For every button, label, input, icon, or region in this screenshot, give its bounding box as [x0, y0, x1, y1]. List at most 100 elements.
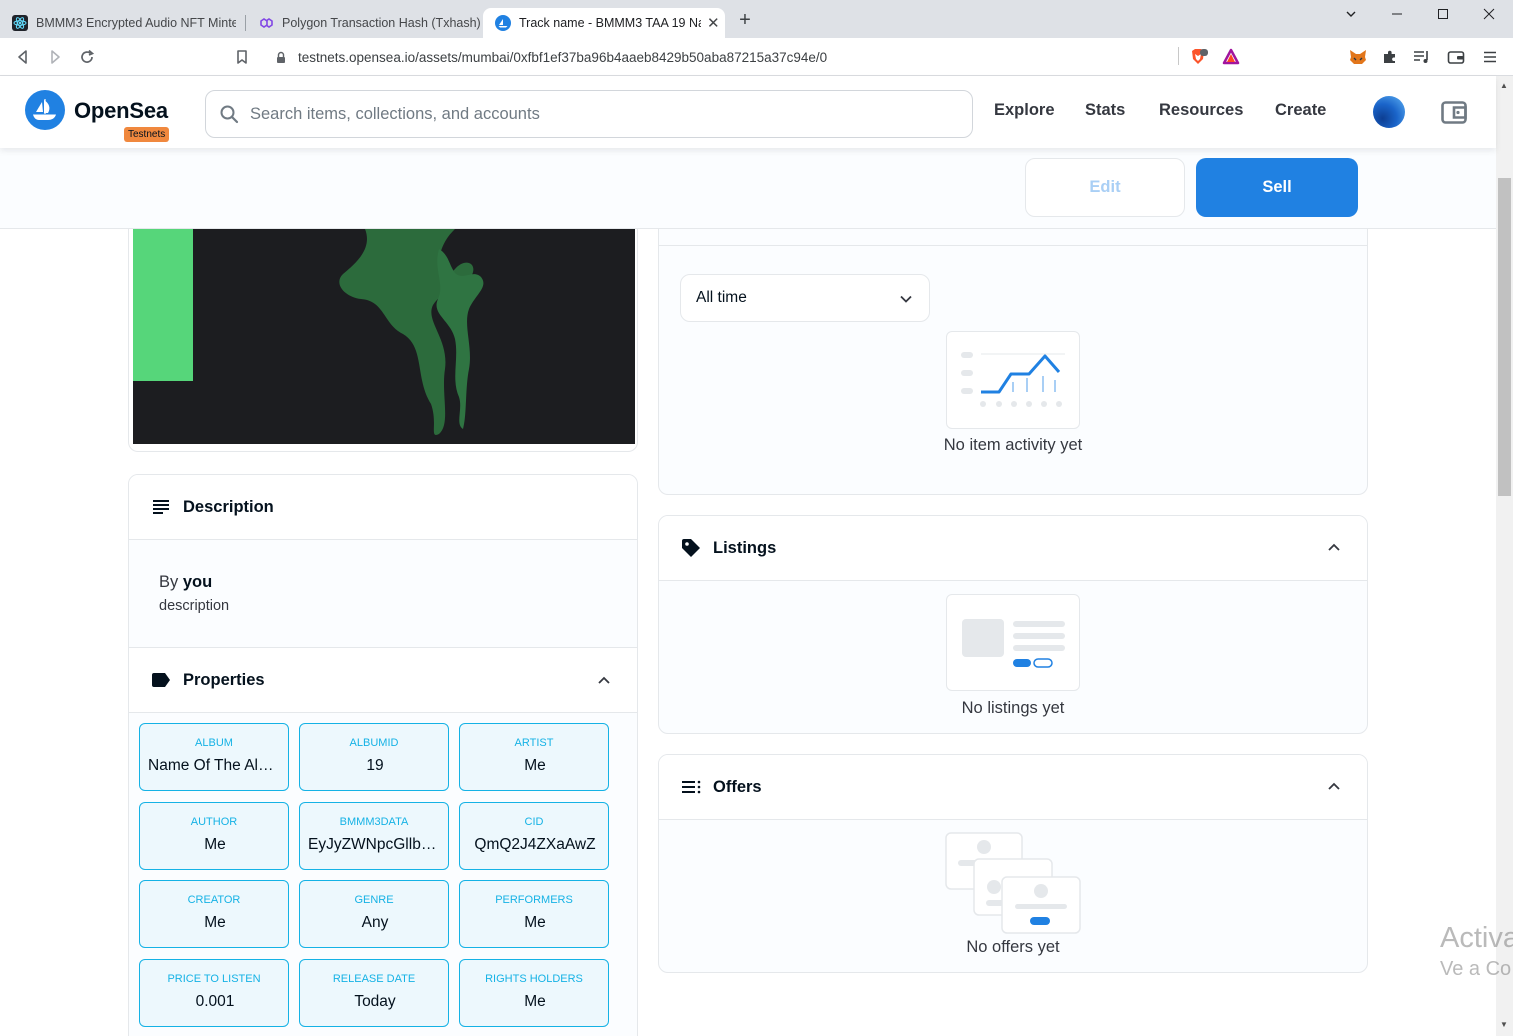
no-listings-text: No listings yet	[961, 699, 1065, 717]
asset-image[interactable]	[133, 229, 635, 444]
nav-create[interactable]: Create	[1275, 101, 1326, 120]
price-tag-icon	[681, 538, 701, 558]
opensea-favicon-icon	[495, 15, 511, 31]
tab-title: Track name - BMMM3 TAA 19 Name Of The Al…	[519, 16, 701, 30]
property-type: ALBUM	[195, 737, 233, 749]
tab-search-chevron-icon[interactable]	[1328, 4, 1374, 28]
nav-stats[interactable]: Stats	[1085, 101, 1125, 120]
chevron-up-icon[interactable]	[1327, 540, 1343, 556]
reload-icon[interactable]	[75, 45, 99, 69]
description-title: Description	[183, 497, 274, 516]
browser-tab-opensea-active[interactable]: Track name - BMMM3 TAA 19 Name Of The Al…	[483, 8, 725, 38]
browser-tab-minter[interactable]: BMMM3 Encrypted Audio NFT Minter	[0, 8, 244, 38]
page-scrollbar[interactable]: ▲ ▼	[1496, 76, 1513, 1036]
logo-text[interactable]: OpenSea	[74, 98, 168, 124]
asset-page: Description By you description Propertie…	[0, 209, 1496, 1036]
edit-button[interactable]: Edit	[1025, 158, 1185, 217]
scroll-up-icon[interactable]: ▲	[1500, 81, 1508, 90]
creator-link[interactable]: you	[183, 573, 212, 591]
nav-resources[interactable]: Resources	[1159, 101, 1243, 120]
tab-title: Polygon Transaction Hash (Txhash) Detail…	[282, 16, 482, 30]
sell-button[interactable]: Sell	[1196, 158, 1358, 217]
offers-header[interactable]: Offers	[659, 755, 1367, 820]
property-value: Me	[524, 993, 546, 1010]
property-value: 19	[366, 757, 384, 774]
watermark-line-2: Ve a Co	[1440, 958, 1512, 980]
back-icon[interactable]	[11, 45, 35, 69]
property-cid[interactable]: CID QmQ2J4ZXaAwZ	[459, 802, 609, 870]
brave-rewards-icon[interactable]	[1219, 45, 1243, 69]
time-filter-value: All time	[696, 289, 747, 306]
scrollbar-thumb[interactable]	[1498, 178, 1511, 496]
testnets-badge: Testnets	[124, 127, 170, 142]
wallet-icon[interactable]	[1440, 98, 1468, 126]
browser-menu-icon[interactable]	[1478, 45, 1502, 69]
property-type: ARTIST	[514, 737, 554, 749]
metamask-icon[interactable]	[1346, 45, 1370, 69]
toolbar-separator	[1178, 47, 1179, 65]
property-rights-holders[interactable]: RIGHTS HOLDERS Me	[459, 959, 609, 1027]
property-artist[interactable]: ARTIST Me	[459, 723, 609, 791]
chevron-up-icon[interactable]	[597, 673, 611, 692]
property-genre[interactable]: GENRE Any	[299, 880, 449, 948]
property-value: Me	[204, 836, 226, 853]
description-text: description	[159, 598, 230, 614]
property-author[interactable]: AUTHOR Me	[139, 802, 289, 870]
property-type: RELEASE DATE	[332, 973, 416, 985]
watermark-line-1: Activa	[1440, 922, 1513, 954]
lock-icon	[274, 50, 288, 64]
property-value: Me	[524, 757, 546, 774]
property-value: EyJyZWNpcGllbnQiOi	[308, 836, 442, 853]
properties-header[interactable]: Properties	[129, 647, 637, 713]
no-offers-text: No offers yet	[966, 938, 1060, 956]
property-performers[interactable]: PERFORMERS Me	[459, 880, 609, 948]
nav-explore[interactable]: Explore	[994, 101, 1055, 120]
property-price-to-listen[interactable]: PRICE TO LISTEN 0.001	[139, 959, 289, 1027]
property-creator[interactable]: CREATOR Me	[139, 880, 289, 948]
chevron-down-icon	[899, 292, 913, 306]
search-input[interactable]	[250, 104, 950, 124]
property-bmmm3data[interactable]: BMMM3DATA EyJyZWNpcGllbnQiOi	[299, 802, 449, 870]
asset-media-frame	[128, 229, 638, 452]
site-header: OpenSea Testnets Explore Stats Resources…	[0, 76, 1496, 148]
property-type: CID	[524, 816, 544, 828]
close-window-icon[interactable]	[1466, 4, 1512, 28]
profile-avatar[interactable]	[1373, 96, 1405, 128]
scroll-down-icon[interactable]: ▼	[1500, 1020, 1508, 1029]
opensea-logo-icon[interactable]	[25, 90, 65, 130]
media-queue-icon[interactable]	[1410, 45, 1434, 69]
empty-activity-illustration	[946, 331, 1080, 429]
property-type: AUTHOR	[190, 816, 238, 828]
empty-listings-illustration	[946, 594, 1080, 691]
chevron-up-icon[interactable]	[1327, 779, 1343, 795]
wallet-toolbar-icon[interactable]	[1444, 45, 1468, 69]
minimize-window-icon[interactable]	[1374, 4, 1420, 28]
property-album[interactable]: ALBUM Name Of The Album	[139, 723, 289, 791]
property-release-date[interactable]: RELEASE DATE Today	[299, 959, 449, 1027]
browser-tab-polygon[interactable]: Polygon Transaction Hash (Txhash) Detail…	[246, 8, 482, 38]
property-type: BMMM3DATA	[339, 816, 409, 828]
new-tab-button[interactable]: +	[734, 10, 756, 32]
property-type: GENRE	[354, 894, 394, 906]
no-activity-text: No item activity yet	[943, 436, 1083, 454]
forward-icon[interactable]	[43, 45, 67, 69]
by-prefix: By	[159, 573, 179, 591]
listings-title: Listings	[713, 538, 777, 557]
search-bar[interactable]	[205, 90, 973, 138]
activity-divider	[659, 245, 1367, 246]
address-bar[interactable]: testnets.opensea.io/assets/mumbai/0xfbf1…	[262, 43, 1250, 71]
bookmark-icon[interactable]	[230, 45, 254, 69]
property-albumid[interactable]: ALBUMID 19	[299, 723, 449, 791]
offers-title: Offers	[713, 777, 762, 796]
activity-time-filter[interactable]: All time	[680, 274, 930, 322]
listings-header[interactable]: Listings	[659, 516, 1367, 581]
brave-shields-icon[interactable]	[1186, 45, 1210, 69]
maximize-window-icon[interactable]	[1420, 4, 1466, 28]
description-byline: By you	[159, 573, 212, 592]
extensions-puzzle-icon[interactable]	[1378, 45, 1402, 69]
polygon-favicon-icon	[258, 15, 274, 31]
url-text: testnets.opensea.io/assets/mumbai/0xfbf1…	[298, 49, 828, 65]
offers-list-icon	[681, 777, 701, 797]
close-tab-icon[interactable]: ✕	[707, 14, 720, 32]
react-favicon-icon	[12, 15, 28, 31]
